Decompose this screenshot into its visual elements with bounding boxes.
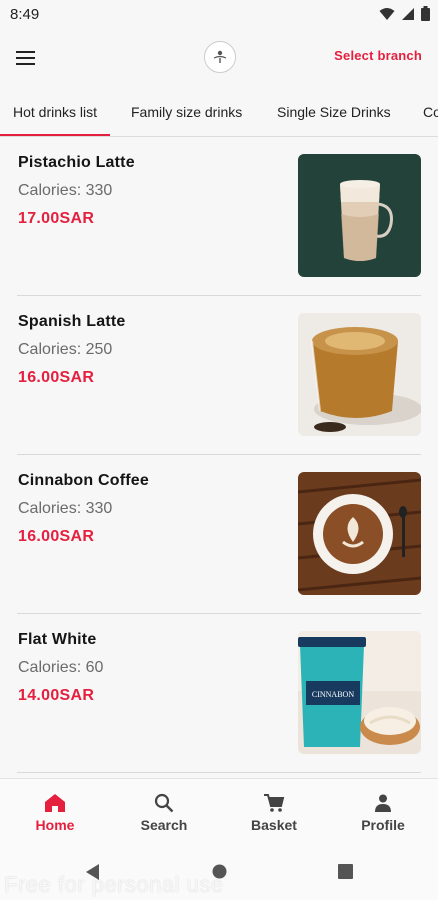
recents-icon[interactable] — [338, 864, 353, 879]
nav-profile[interactable]: Profile — [343, 793, 423, 835]
nav-search[interactable]: Search — [124, 793, 204, 835]
product-name: Pistachio Latte — [18, 154, 135, 171]
product-image-flat-white: CINNABON — [298, 631, 421, 754]
product-calories: Calories: 250 — [18, 341, 113, 358]
brand-logo-icon — [204, 41, 236, 73]
cart-icon — [264, 794, 285, 812]
select-branch-button[interactable]: Select branch — [334, 48, 422, 63]
battery-icon — [421, 6, 430, 21]
nav-search-label: Search — [140, 817, 188, 833]
cup-brand-text: CINNABON — [312, 690, 354, 699]
bottom-navigation: Home Search Basket Profile — [0, 778, 438, 847]
divider — [17, 772, 421, 773]
tab-family-size-drinks[interactable]: Family size drinks — [131, 92, 242, 136]
product-name: Cinnabon Coffee — [18, 472, 149, 489]
status-bar: 8:49 — [0, 0, 438, 30]
product-price: 16.00SAR — [18, 369, 95, 386]
signal-icon — [402, 7, 414, 20]
product-image-spanish-latte — [298, 313, 421, 436]
menu-icon[interactable] — [12, 44, 40, 72]
nav-basket[interactable]: Basket — [234, 793, 314, 835]
nav-home[interactable]: Home — [15, 793, 95, 835]
divider — [17, 454, 421, 455]
watermark: Free for personal use — [4, 872, 224, 897]
wifi-icon — [379, 7, 395, 20]
product-calories: Calories: 330 — [18, 182, 113, 199]
product-name: Spanish Latte — [18, 313, 126, 330]
product-image-cinnabon-coffee — [298, 472, 421, 595]
status-time: 8:49 — [10, 6, 40, 23]
product-price: 16.00SAR — [18, 528, 95, 545]
app-bar: Select branch — [0, 30, 438, 86]
list-item[interactable]: Spanish Latte Calories: 250 16.00SAR — [0, 297, 438, 455]
list-item[interactable]: Cinnabon Coffee Calories: 330 16.00SAR — [0, 456, 438, 614]
person-icon — [375, 794, 391, 812]
product-calories: Calories: 330 — [18, 500, 113, 517]
list-item[interactable]: Flat White Calories: 60 14.00SAR CINNABO… — [0, 615, 438, 773]
product-image-pistachio-latte — [298, 154, 421, 277]
list-item[interactable]: Pistachio Latte Calories: 330 17.00SAR — [0, 138, 438, 296]
nav-basket-label: Basket — [251, 817, 297, 833]
divider — [17, 613, 421, 614]
nav-profile-label: Profile — [361, 817, 405, 833]
status-icons — [379, 6, 430, 21]
home-icon — [45, 794, 65, 812]
nav-home-label: Home — [35, 817, 75, 833]
product-name: Flat White — [18, 631, 97, 648]
category-tabs: Hot drinks list Family size drinks Singl… — [0, 92, 438, 137]
tab-hot-drinks[interactable]: Hot drinks list — [0, 92, 111, 136]
search-icon — [154, 793, 174, 813]
divider — [17, 295, 421, 296]
product-price: 14.00SAR — [18, 687, 95, 704]
product-price: 17.00SAR — [18, 210, 95, 227]
tab-single-size-drinks[interactable]: Single Size Drinks — [277, 92, 391, 136]
tab-partial[interactable]: Co — [423, 92, 438, 136]
product-calories: Calories: 60 — [18, 659, 104, 676]
